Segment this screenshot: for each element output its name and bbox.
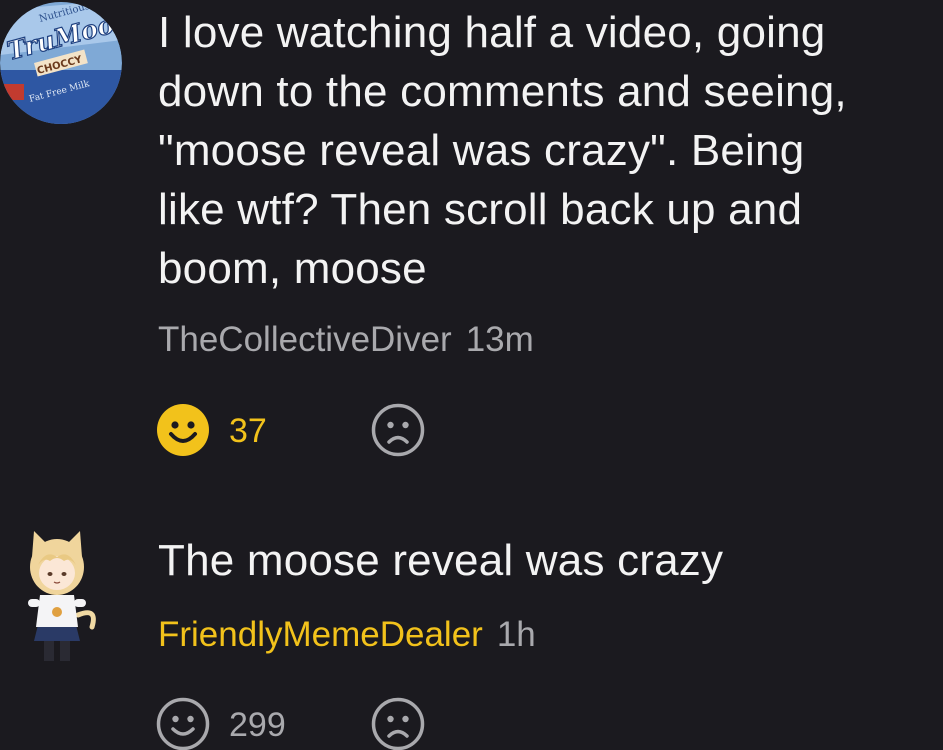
dislike-button[interactable] [371,697,425,750]
timestamp: 1h [496,615,536,654]
comment-meta: FriendlyMemeDealer 1h [158,615,536,655]
timestamp: 13m [465,320,534,359]
comment-meta: TheCollectiveDiver 13m [158,320,534,360]
comment-text: The moose reveal was crazy [158,536,724,585]
frown-face-icon [371,697,425,750]
trumoo-carton-avatar-image: Nutritious TruMoo CHOCCY Fat Free Milk [0,2,122,124]
comment-item: The moose reveal was crazy FriendlyMemeD… [0,515,943,750]
dislike-button[interactable] [371,403,425,457]
reaction-bar: 37 [156,403,556,457]
smile-face-icon [156,697,210,750]
username-link[interactable]: FriendlyMemeDealer [158,615,483,654]
like-button[interactable] [156,403,210,457]
user-avatar[interactable] [20,527,102,669]
frown-face-icon [371,403,425,457]
like-count: 37 [229,412,267,450]
user-avatar[interactable]: Nutritious TruMoo CHOCCY Fat Free Milk [0,0,122,126]
comment-text: I love watching half a video, going down… [158,8,847,293]
like-count: 299 [229,706,286,744]
comment-item: Nutritious TruMoo CHOCCY Fat Free Milk I… [0,0,943,500]
smile-face-icon [157,404,209,456]
like-button[interactable] [156,697,210,750]
username-link[interactable]: TheCollectiveDiver [158,320,452,359]
reaction-bar: 299 [156,697,556,750]
catgirl-avatar-image [28,531,96,661]
